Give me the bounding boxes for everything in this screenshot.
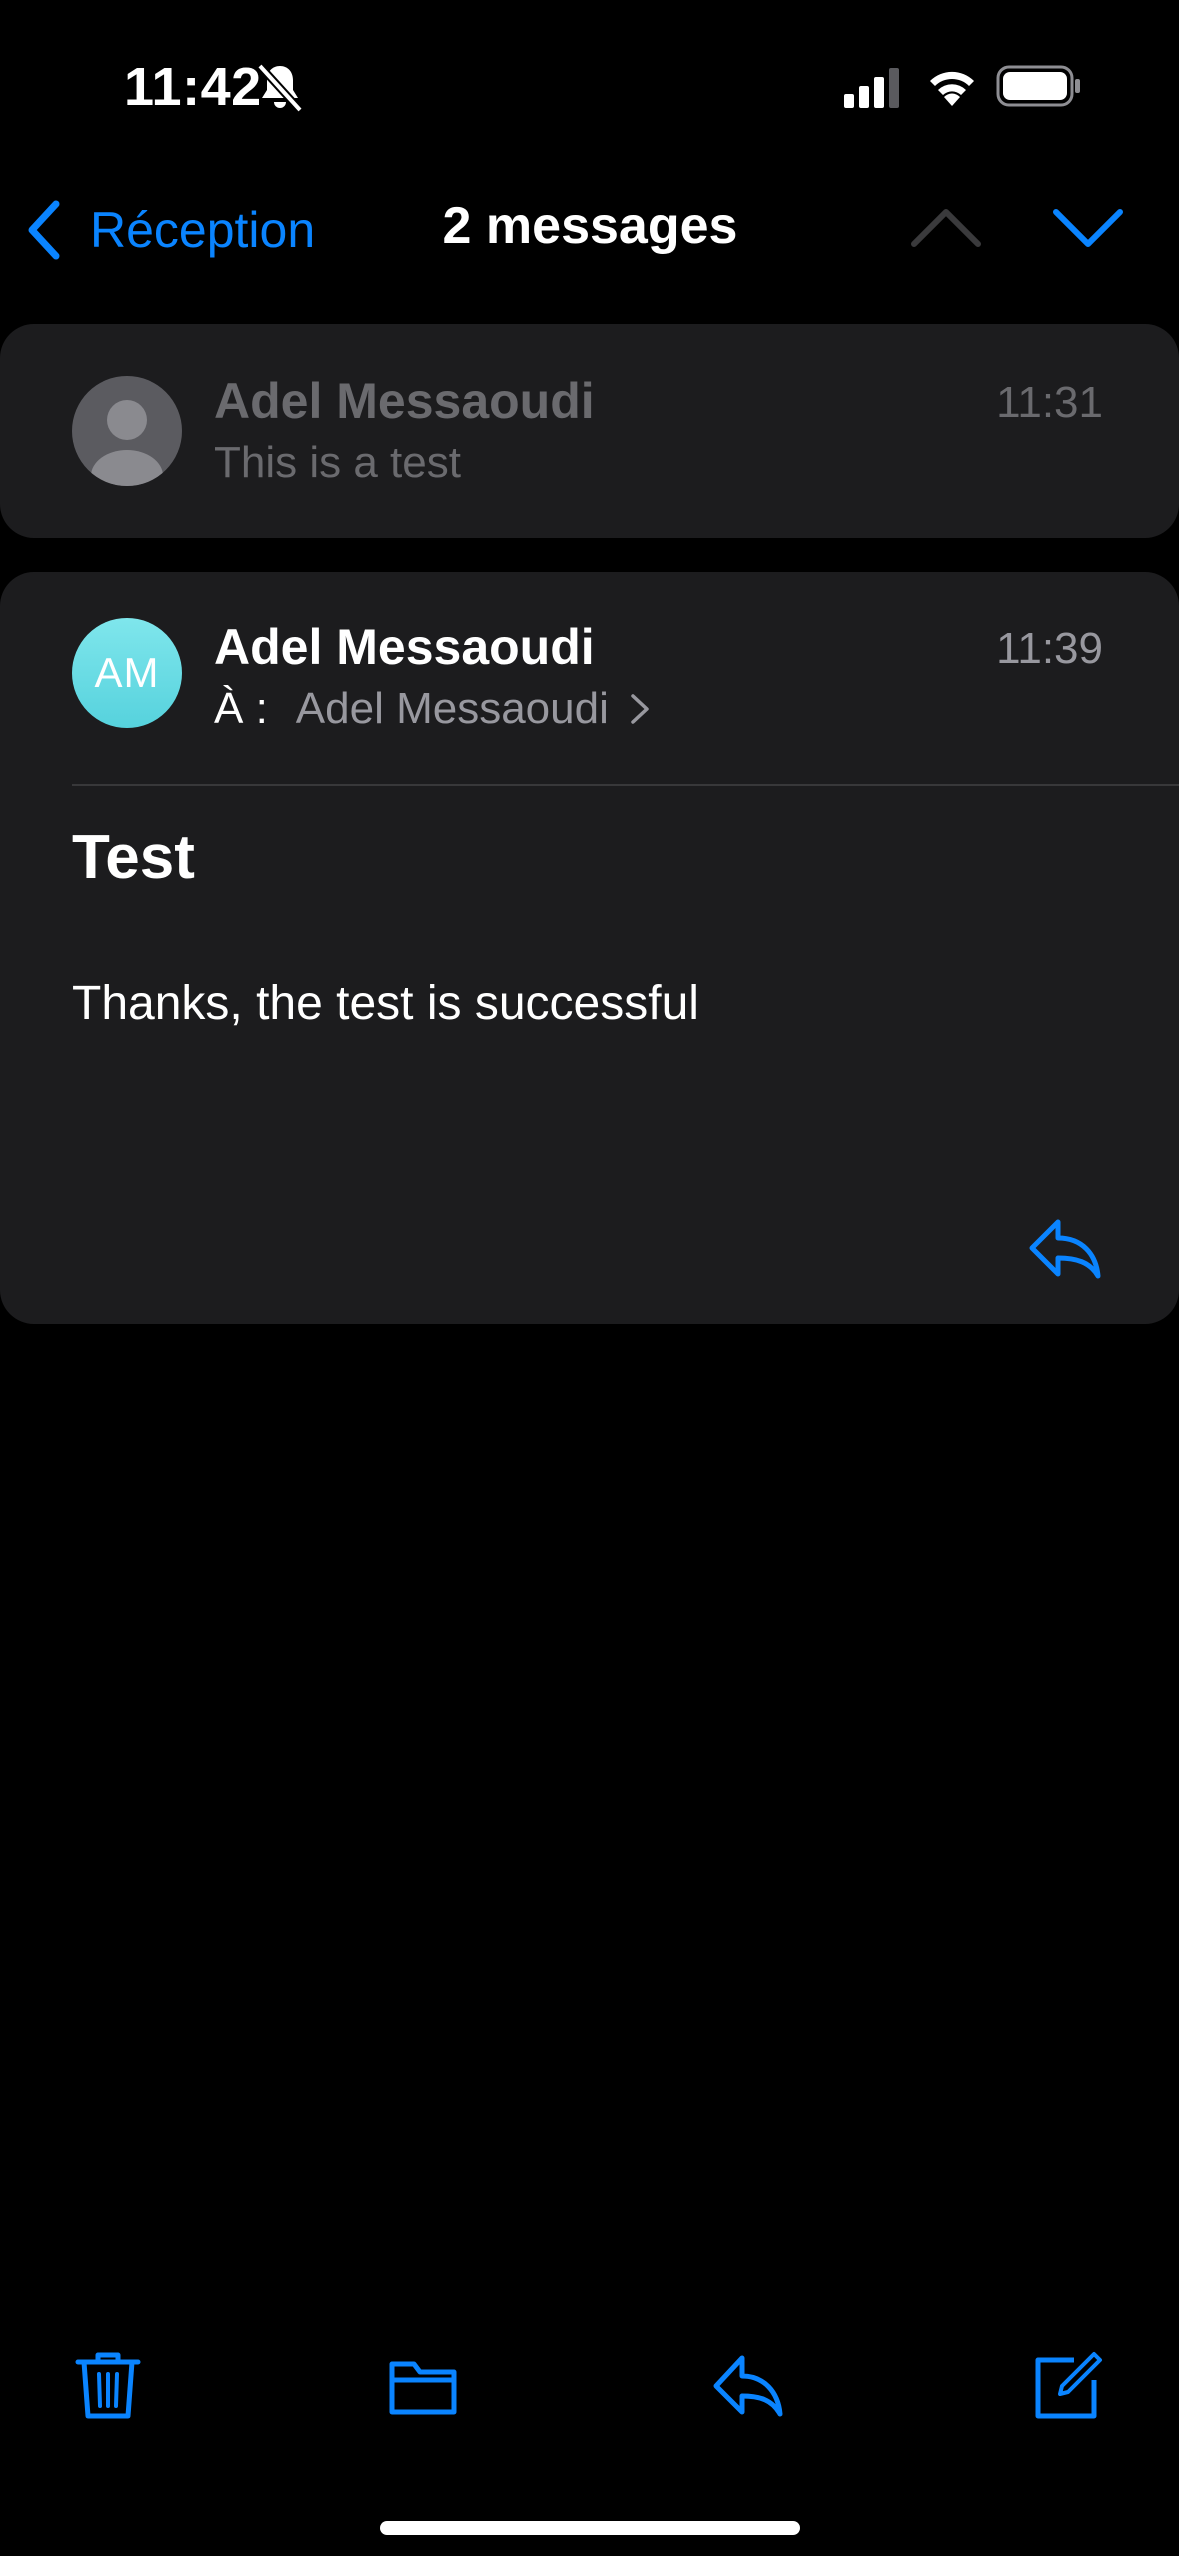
battery-icon (996, 65, 1080, 107)
recipient-label: À : (214, 684, 268, 733)
message-subject: Test (72, 823, 195, 892)
avatar-initials: AM (94, 649, 160, 696)
person-placeholder-icon (72, 376, 182, 486)
back-button[interactable]: Réception (24, 190, 315, 270)
compose-icon[interactable] (1032, 2350, 1104, 2422)
message-preview: This is a test (214, 438, 461, 487)
recipient-row[interactable]: À : Adel Messaoudi (214, 684, 651, 734)
message-sender[interactable]: Adel Messaoudi (214, 618, 595, 676)
recipient-name: Adel Messaoudi (295, 684, 609, 733)
back-label: Réception (90, 202, 316, 258)
cellular-signal-icon (844, 68, 899, 108)
chevron-up-icon[interactable] (906, 196, 986, 260)
folder-icon[interactable] (388, 2350, 460, 2422)
nav-title: 2 messages (442, 197, 738, 255)
avatar[interactable]: AM (72, 618, 182, 728)
message-time: 11:39 (996, 624, 1103, 673)
message-body: Thanks, the test is successful (72, 977, 699, 1030)
chevron-left-icon (28, 200, 60, 260)
message-sender: Adel Messaoudi (214, 373, 595, 429)
status-time: 11:42 (124, 57, 262, 117)
reply-icon[interactable] (1028, 1216, 1102, 1282)
home-indicator[interactable] (380, 2521, 800, 2535)
reply-icon[interactable] (712, 2350, 784, 2422)
bell-slash-icon (257, 63, 303, 113)
message-time: 11:31 (996, 378, 1103, 427)
trash-icon[interactable] (72, 2350, 144, 2422)
divider (72, 784, 1179, 786)
chevron-down-icon[interactable] (1048, 196, 1128, 260)
wifi-icon (930, 71, 974, 106)
chevron-right-icon (631, 694, 649, 724)
